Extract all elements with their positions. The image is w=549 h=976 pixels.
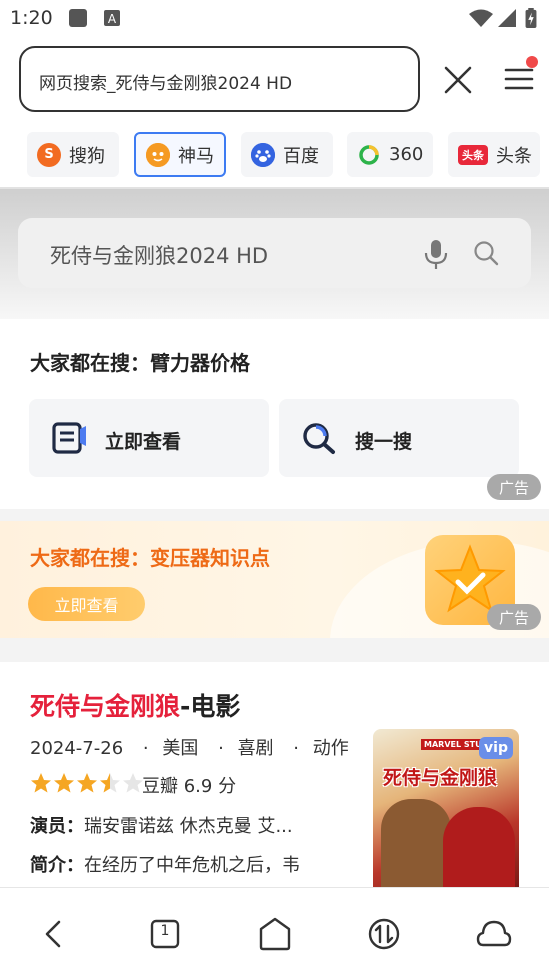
notification-dot (526, 56, 538, 68)
search-it-label: 搜一搜 (355, 431, 413, 453)
status-bar: 1:20 A (0, 0, 549, 38)
banner-ad[interactable]: 大家都在搜：变压器知识点 立即查看 广告 (0, 521, 549, 638)
intro-label: 简介： (30, 855, 84, 876)
ad-badge[interactable]: 广告 (487, 474, 541, 500)
square-app-icon (69, 9, 87, 27)
meta-separator: · (142, 738, 149, 759)
star-full-icon (77, 773, 97, 793)
movie-meta: 2024-7-26 · 美国 · 喜剧 · 动作 (30, 734, 355, 760)
transfer-button[interactable] (364, 914, 404, 954)
star-full-icon (31, 773, 51, 793)
ad-badge[interactable]: 广告 (487, 604, 541, 630)
hot-search-card: 大家都在搜：臂力器价格 立即查看 搜一搜 广告 (0, 319, 549, 509)
engine-tab-sogou[interactable]: S 搜狗 (27, 132, 119, 177)
toutiao-logo-icon: 头条 (458, 144, 488, 165)
genre-comedy: 喜剧 (237, 738, 274, 759)
engine-label: 百度 (283, 145, 319, 167)
svg-text:A: A (108, 12, 117, 26)
view-now-label: 立即查看 (105, 431, 182, 453)
baidu-logo-icon (251, 142, 275, 167)
engine-label: 头条 (496, 145, 532, 167)
address-bar[interactable]: 网页搜索_死侍与金刚狼2024 HD (19, 46, 420, 112)
document-icon (52, 422, 86, 454)
engine-tab-baidu[interactable]: 百度 (241, 132, 333, 177)
section-gap (0, 638, 549, 662)
view-now-button[interactable]: 立即查看 (29, 399, 269, 477)
engine-tab-toutiao[interactable]: 头条 头条 (448, 132, 540, 177)
banner-title: 大家都在搜：变压器知识点 (30, 546, 270, 570)
engine-label: 360 (389, 144, 424, 165)
star-rating (30, 772, 145, 794)
search-header: 死侍与金刚狼2024 HD (0, 189, 549, 319)
intro-line: 简介：在经历了中年危机之后，韦 (30, 851, 300, 877)
star-full-icon (54, 773, 74, 793)
cast-line: 演员：瑞安雷诺兹 休杰克曼 艾... (30, 812, 293, 838)
star-half-icon (100, 773, 120, 793)
magnifier-icon (303, 423, 335, 454)
meta-separator: · (293, 738, 300, 759)
search-icon[interactable] (473, 240, 499, 266)
intro-value: 在经历了中年危机之后，韦 (84, 855, 300, 876)
close-icon[interactable] (440, 62, 476, 98)
address-text: 网页搜索_死侍与金刚狼2024 HD (39, 74, 293, 94)
search-it-button[interactable]: 搜一搜 (279, 399, 519, 477)
cloud-icon (476, 920, 512, 947)
search-input[interactable]: 死侍与金刚狼2024 HD (18, 218, 531, 288)
search-engine-tabs: S 搜狗 神马 百度 360 头条 头条 (0, 132, 549, 178)
wifi-icon (469, 9, 493, 27)
microphone-icon[interactable] (422, 238, 450, 270)
bottom-nav: 1 (0, 887, 549, 976)
movie-title[interactable]: 死侍与金刚狼-电影 (30, 687, 240, 723)
movie-result-card[interactable]: 死侍与金刚狼-电影 2024-7-26 · 美国 · 喜剧 · 动作 豆瓣 6.… (0, 662, 549, 887)
section-gap (0, 509, 549, 521)
poster-title: 死侍与金刚狼 (383, 767, 498, 789)
release-date: 2024-7-26 (30, 738, 124, 759)
poster-figure (443, 807, 515, 887)
poster-figure (381, 799, 451, 887)
transfer-icon (368, 918, 400, 950)
region: 美国 (162, 738, 199, 759)
tab-count: 1 (160, 923, 170, 939)
battery-icon (525, 8, 537, 28)
engine-label: 神马 (178, 145, 214, 167)
banner-view-button[interactable]: 立即查看 (28, 587, 145, 621)
cast-label: 演员： (30, 816, 84, 837)
movie-poster[interactable]: MARVEL STUDIOS vip 死侍与金刚狼 (373, 729, 519, 887)
engine-label: 搜狗 (69, 145, 105, 167)
engine-tab-360[interactable]: 360 (347, 132, 433, 177)
cast-value: 瑞安雷诺兹 休杰克曼 艾... (84, 816, 293, 837)
home-icon (259, 917, 291, 951)
movie-title-highlight: 死侍与金刚狼 (30, 692, 181, 721)
vip-badge: vip (479, 737, 513, 759)
star-empty-icon (123, 773, 143, 793)
cloud-button[interactable] (474, 914, 514, 954)
douban-rating: 豆瓣 6.9 分 (142, 776, 237, 797)
genre-action: 动作 (312, 738, 349, 759)
search-query-text: 死侍与金刚狼2024 HD (50, 244, 269, 268)
a-keyboard-icon: A (104, 10, 120, 26)
tabs-button[interactable]: 1 (145, 914, 185, 954)
menu-button[interactable] (500, 56, 540, 98)
movie-title-suffix: -电影 (180, 692, 241, 721)
back-icon (45, 920, 61, 948)
hot-search-title[interactable]: 大家都在搜：臂力器价格 (30, 347, 250, 376)
engine-tab-shenma[interactable]: 神马 (134, 132, 226, 177)
shenma-logo-icon (146, 142, 170, 167)
signal-icon (498, 9, 516, 27)
360-logo-icon (357, 143, 381, 167)
sogou-logo-icon: S (37, 142, 61, 167)
home-button[interactable] (255, 914, 295, 954)
status-time: 1:20 (10, 7, 53, 29)
meta-separator: · (218, 738, 224, 759)
back-button[interactable] (34, 914, 74, 954)
